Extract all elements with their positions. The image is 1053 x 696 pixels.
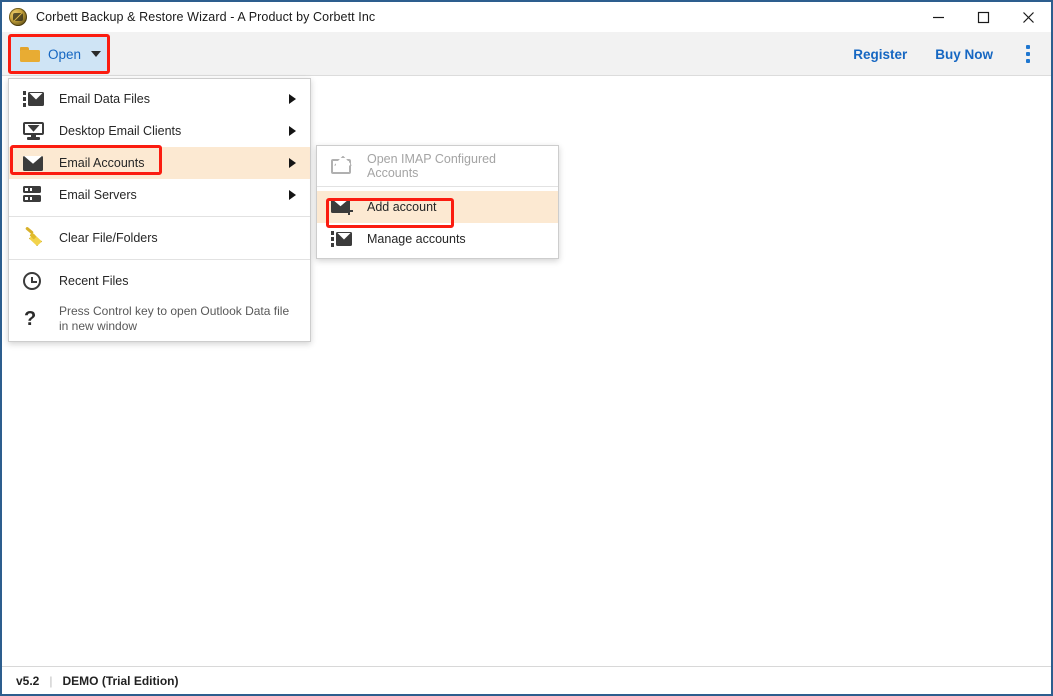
toolbar-right-actions: Register Buy Now [839,32,1043,76]
application-window: Corbett Backup & Restore Wizard - A Prod… [0,0,1053,696]
menu-item-clear-file-folders[interactable]: Clear File/Folders [9,222,310,254]
kebab-dot [1026,52,1030,56]
menu-divider [9,216,310,217]
submenu-item-label: Add account [367,200,437,214]
edition-label: DEMO (Trial Edition) [62,673,179,688]
minimize-button[interactable] [916,1,961,33]
menu-item-label: Desktop Email Clients [59,124,182,138]
submenu-arrow-icon [289,158,296,168]
open-button-label: Open [48,46,82,62]
maximize-icon [977,11,990,23]
envelope-plus-icon [331,198,357,216]
close-icon [1023,11,1034,23]
email-accounts-icon [23,153,49,173]
history-clock-icon [23,271,49,291]
manage-envelope-icon [331,230,357,248]
open-button-highlight: Open [8,34,110,74]
menu-item-label: Email Accounts [59,156,145,170]
menu-item-email-accounts[interactable]: Email Accounts [9,147,310,179]
menu-item-desktop-email-clients[interactable]: Desktop Email Clients [9,115,310,147]
minimize-icon [933,16,944,18]
submenu-item-open-imap-configured-accounts: Open IMAP Configured Accounts [317,150,558,182]
buy-now-link[interactable]: Buy Now [921,41,1007,68]
version-label: v5.2 [16,673,40,688]
toolbar: Open Register Buy Now [2,32,1051,76]
submenu-item-label: Manage accounts [367,232,466,246]
status-divider: | [49,673,53,688]
status-bar: v5.2 | DEMO (Trial Edition) [2,666,1051,694]
submenu-item-label: Open IMAP Configured Accounts [367,152,497,180]
folder-icon [20,46,40,62]
kebab-dot [1026,45,1030,49]
chevron-down-icon [91,51,102,57]
open-dropdown-menu: Email Data Files Desktop Email Clients E… [8,78,311,342]
more-vertical-icon[interactable] [1013,39,1043,69]
menu-item-recent-files[interactable]: Recent Files [9,265,310,297]
question-mark-icon: ? [24,308,37,330]
submenu-item-manage-accounts[interactable]: Manage accounts [317,223,558,255]
menu-hint-label: Press Control key to open Outlook Data f… [59,304,290,333]
menu-divider [9,259,310,260]
maximize-button[interactable] [961,1,1006,33]
window-controls [916,1,1051,33]
title-bar: Corbett Backup & Restore Wizard - A Prod… [2,0,1051,32]
submenu-arrow-icon [289,190,296,200]
open-button[interactable]: Open [11,37,107,71]
kebab-dot [1026,59,1030,63]
menu-item-label: Recent Files [59,274,129,288]
email-data-files-icon [23,89,49,109]
window-title: Corbett Backup & Restore Wizard - A Prod… [36,10,376,24]
email-accounts-submenu: Open IMAP Configured Accounts Add accoun… [316,145,559,259]
broom-icon [23,226,49,248]
menu-item-label: Clear File/Folders [59,231,158,245]
desktop-email-clients-icon [23,121,49,141]
open-envelope-icon [331,157,357,175]
menu-item-label: Email Servers [59,188,137,202]
register-link[interactable]: Register [839,41,921,68]
menu-item-email-servers[interactable]: Email Servers [9,179,310,211]
submenu-arrow-icon [289,126,296,136]
email-servers-icon [23,185,49,205]
close-button[interactable] [1006,1,1051,33]
app-logo-icon [9,8,27,26]
submenu-divider [317,186,558,187]
menu-hint-outlook-data-file: ? Press Control key to open Outlook Data… [9,297,310,341]
submenu-arrow-icon [289,94,296,104]
menu-item-email-data-files[interactable]: Email Data Files [9,83,310,115]
menu-item-label: Email Data Files [59,92,150,106]
submenu-item-add-account[interactable]: Add account [317,191,558,223]
